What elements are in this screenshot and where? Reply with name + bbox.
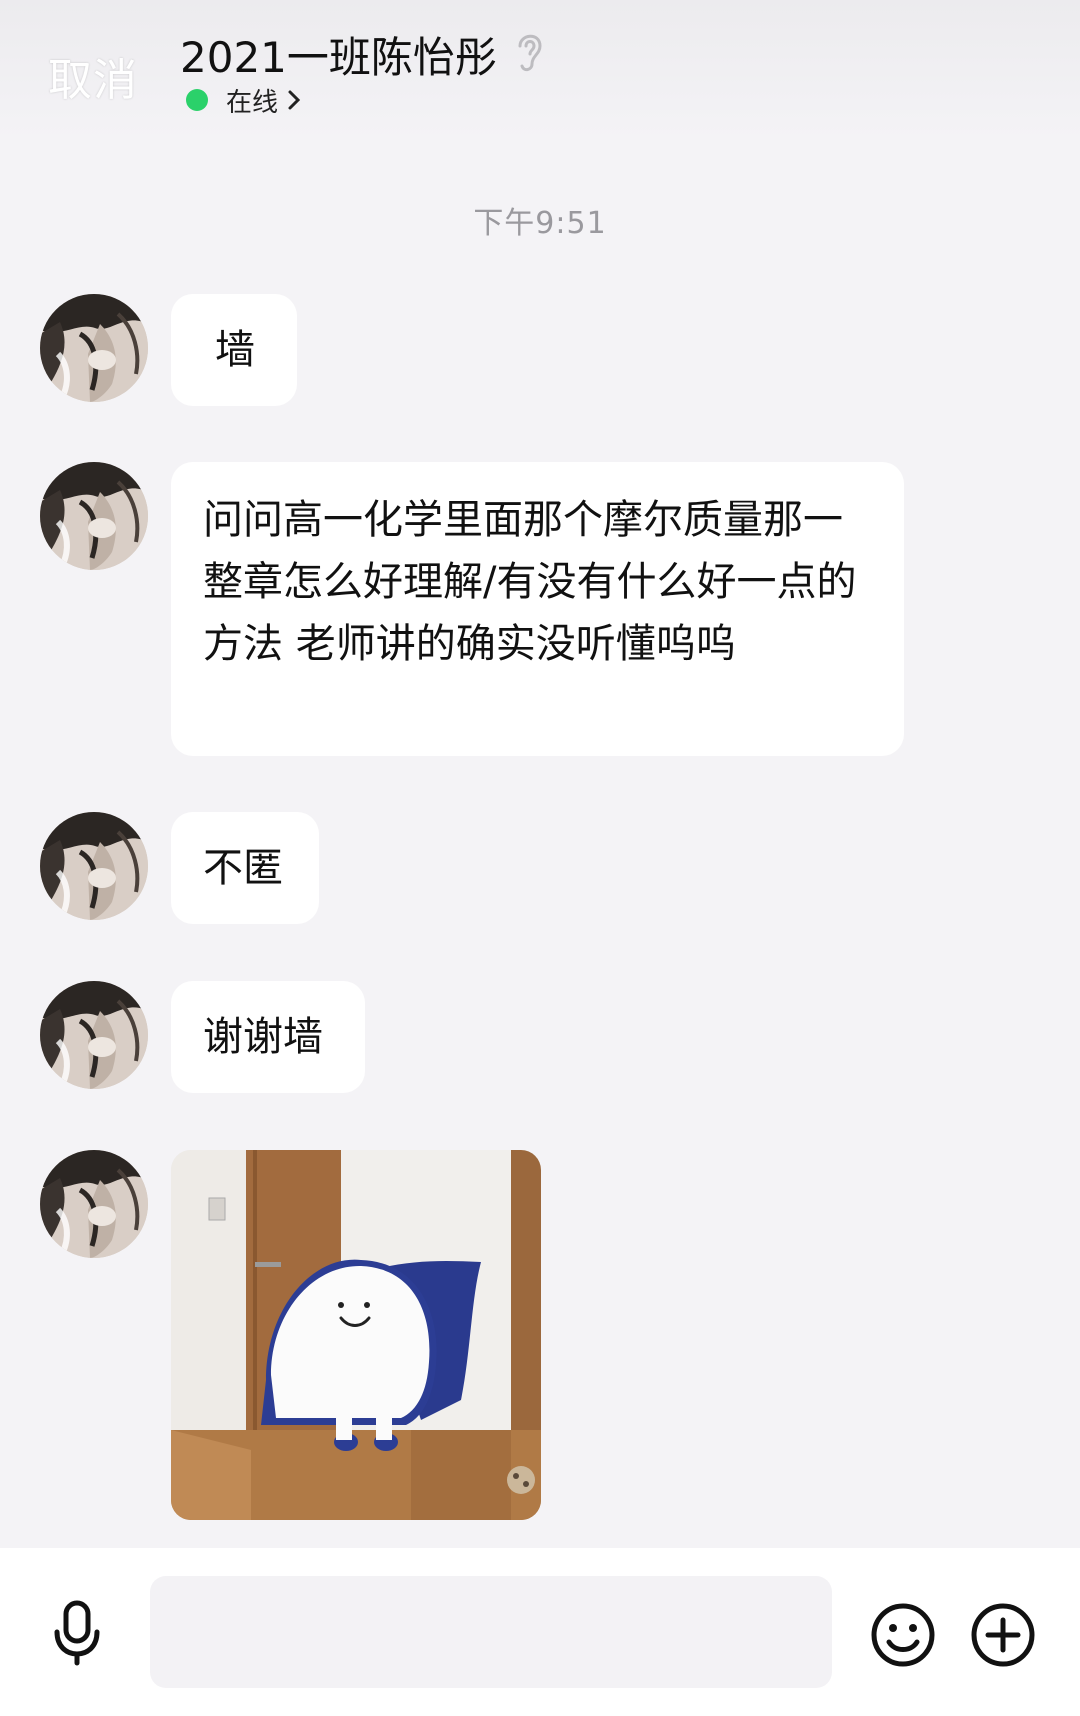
online-status[interactable]: 在线 [186,82,302,118]
online-dot-icon [186,89,208,111]
avatar[interactable] [40,981,148,1089]
online-status-label: 在线 [226,87,279,118]
avatar[interactable] [40,812,148,920]
avatar[interactable] [40,462,148,570]
microphone-icon[interactable] [52,1600,102,1666]
avatar[interactable] [40,294,148,402]
sticker-image[interactable] [171,1150,541,1520]
message-input[interactable] [150,1576,832,1688]
message-bubble[interactable]: 问问高一化学里面那个摩尔质量那一整章怎么好理解/有没有什么好一点的方法 老师讲的… [171,462,904,756]
chat-title[interactable]: 2021一班陈怡彤 [180,24,497,85]
cancel-button[interactable]: 取消 [48,44,138,108]
chevron-right-icon [288,90,301,110]
ear-icon[interactable] [512,26,548,74]
emoji-icon[interactable] [870,1602,936,1668]
message-bubble[interactable]: 不匿 [171,812,319,924]
message-bubble[interactable]: 谢谢墙 [171,981,365,1093]
message-timestamp: 下午9:51 [473,206,607,241]
message-bubble[interactable]: 墙 [171,294,297,406]
plus-circle-icon[interactable] [970,1602,1036,1668]
avatar[interactable] [40,1150,148,1258]
